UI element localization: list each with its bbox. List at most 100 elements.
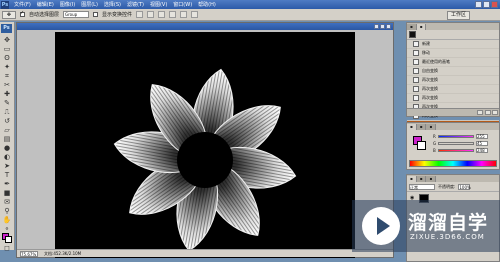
color-panel: ▪ ▪ ▪ R 255 G 45 B 248 — [406, 122, 500, 170]
red-value-field[interactable]: 255 — [476, 134, 488, 139]
magic-wand-tool-icon[interactable]: ✦ — [2, 63, 12, 71]
history-item[interactable]: 移动 — [407, 49, 499, 58]
blue-slider-row: B 248 — [433, 148, 488, 153]
snapshot-thumbnail — [409, 31, 416, 38]
layers-panel-tabs: ▪ ▪ ▪ — [407, 175, 499, 182]
tab-navigator[interactable]: ▪ — [407, 24, 417, 30]
opacity-field[interactable]: 100% — [458, 183, 471, 190]
color-background-swatch[interactable] — [417, 141, 426, 150]
flower-artwork — [113, 68, 297, 252]
tab-layers[interactable]: ▪ — [407, 176, 417, 182]
history-item[interactable]: 最近使用的画笔 — [407, 58, 499, 67]
marquee-tool-icon[interactable]: ▭ — [2, 45, 12, 53]
history-item[interactable]: 再次变换 — [407, 85, 499, 94]
auto-select-dropdown[interactable]: Group — [63, 11, 90, 18]
tab-styles[interactable]: ▪ — [426, 124, 437, 130]
history-item[interactable]: 再次变换 — [407, 76, 499, 85]
pen-tool-icon[interactable]: ✒ — [2, 180, 12, 188]
menu-view[interactable]: 视图(V) — [147, 1, 170, 8]
trash-icon[interactable] — [492, 110, 498, 115]
slice-tool-icon[interactable]: ✂ — [2, 81, 12, 89]
blue-channel-label: B — [433, 148, 436, 153]
show-transform-label: 显示变换控件 — [102, 12, 133, 18]
menu-window[interactable]: 窗口(W) — [170, 1, 195, 8]
color-spectrum-bar[interactable] — [409, 160, 497, 167]
eraser-tool-icon[interactable]: ▱ — [2, 126, 12, 134]
toolbox: Ps ✥ ▭ ʘ ✦ ⌗ ✂ ✚ ✎ ⎍ ↺ ▱ ▤ ● ◐ ➤ T ✒ ■ ✉… — [0, 22, 15, 252]
align-right-icon[interactable] — [191, 11, 199, 18]
crop-tool-icon[interactable]: ⌗ — [2, 72, 12, 80]
green-value-field[interactable]: 45 — [476, 141, 488, 146]
doc-maximize-button[interactable] — [380, 24, 385, 29]
type-tool-icon[interactable]: T — [2, 171, 12, 179]
tab-history[interactable]: ▪ — [416, 24, 427, 30]
watermark-url: ZIXUE.3D66.COM — [410, 233, 485, 241]
new-document-button[interactable] — [485, 110, 491, 115]
align-left-icon[interactable] — [169, 11, 177, 18]
history-item[interactable]: 再次变换 — [407, 94, 499, 103]
minimize-button[interactable] — [475, 1, 482, 8]
menu-file[interactable]: 文件(F) — [11, 1, 34, 8]
menu-layer[interactable]: 图层(L) — [78, 1, 101, 8]
tab-paths[interactable]: ▪ — [426, 176, 437, 182]
menu-select[interactable]: 选择(S) — [101, 1, 124, 8]
close-button[interactable] — [491, 1, 498, 8]
menu-edit[interactable]: 编辑(E) — [34, 1, 57, 8]
history-item[interactable]: 自由变换 — [407, 67, 499, 76]
blue-slider[interactable] — [438, 149, 474, 152]
blue-value-field[interactable]: 248 — [476, 148, 488, 153]
tab-swatches[interactable]: ▪ — [416, 124, 427, 130]
menu-image[interactable]: 图像(I) — [57, 1, 78, 8]
eyedropper-tool-icon[interactable]: ⚲ — [2, 207, 12, 215]
layer-controls: 正常 不透明度: 100% — [407, 182, 499, 191]
blend-mode-select[interactable]: 正常 — [409, 183, 435, 190]
zoom-field[interactable]: 75.67% — [20, 250, 38, 257]
tab-channels[interactable]: ▪ — [416, 176, 427, 182]
tab-color[interactable]: ▪ — [407, 124, 417, 130]
path-selection-tool-icon[interactable]: ➤ — [2, 162, 12, 170]
history-brush-tool-icon[interactable]: ↺ — [2, 117, 12, 125]
align-center-icon[interactable] — [180, 11, 188, 18]
green-slider-row: G 45 — [433, 141, 488, 146]
move-tool-preset-icon[interactable]: ✥ — [2, 10, 16, 19]
maximize-button[interactable] — [483, 1, 490, 8]
toolbox-ps-logo: Ps — [1, 24, 12, 33]
blur-tool-icon[interactable]: ● — [2, 144, 12, 152]
quick-mask-icon[interactable]: ◻ — [2, 244, 12, 252]
menu-filter[interactable]: 滤镜(T) — [124, 1, 147, 8]
align-top-icon[interactable] — [136, 11, 144, 18]
lasso-tool-icon[interactable]: ʘ — [2, 54, 12, 62]
menu-bar: Ps 文件(F) 编辑(E) 图像(I) 图层(L) 选择(S) 滤镜(T) 视… — [0, 0, 500, 9]
doc-minimize-button[interactable] — [374, 24, 379, 29]
notes-tool-icon[interactable]: ✉ — [2, 198, 12, 206]
move-tool-icon[interactable]: ✥ — [2, 36, 12, 44]
align-bottom-icon[interactable] — [158, 11, 166, 18]
healing-brush-tool-icon[interactable]: ✚ — [2, 90, 12, 98]
clone-stamp-tool-icon[interactable]: ⎍ — [2, 108, 12, 116]
zoom-tool-icon[interactable]: ⚬ — [2, 225, 12, 233]
watermark-play-logo — [362, 207, 400, 245]
history-item-label: 自由变换 — [422, 68, 438, 73]
green-slider[interactable] — [438, 142, 474, 145]
brush-tool-icon[interactable]: ✎ — [2, 99, 12, 107]
history-state-icon — [413, 41, 419, 47]
background-color-swatch[interactable] — [5, 236, 12, 243]
history-item[interactable]: 新建 — [407, 40, 499, 49]
history-state-icon — [413, 77, 419, 83]
gradient-tool-icon[interactable]: ▤ — [2, 135, 12, 143]
auto-select-checkbox[interactable] — [20, 10, 25, 17]
history-panel-tabs: ▪ ▪ — [407, 23, 499, 30]
shape-tool-icon[interactable]: ■ — [2, 189, 12, 197]
hand-tool-icon[interactable]: ✋ — [2, 216, 12, 224]
document-title-bar — [17, 23, 393, 30]
workspace-button[interactable]: 工作区 — [446, 11, 470, 20]
show-transform-checkbox[interactable] — [93, 12, 99, 17]
red-slider[interactable] — [438, 135, 474, 138]
new-snapshot-button[interactable] — [477, 110, 483, 115]
menu-help[interactable]: 帮助(H) — [195, 1, 219, 8]
image-canvas[interactable] — [55, 32, 355, 258]
history-snapshot[interactable] — [407, 30, 499, 40]
align-middle-icon[interactable] — [147, 11, 155, 18]
doc-close-button[interactable] — [386, 24, 391, 29]
dodge-tool-icon[interactable]: ◐ — [2, 153, 12, 161]
